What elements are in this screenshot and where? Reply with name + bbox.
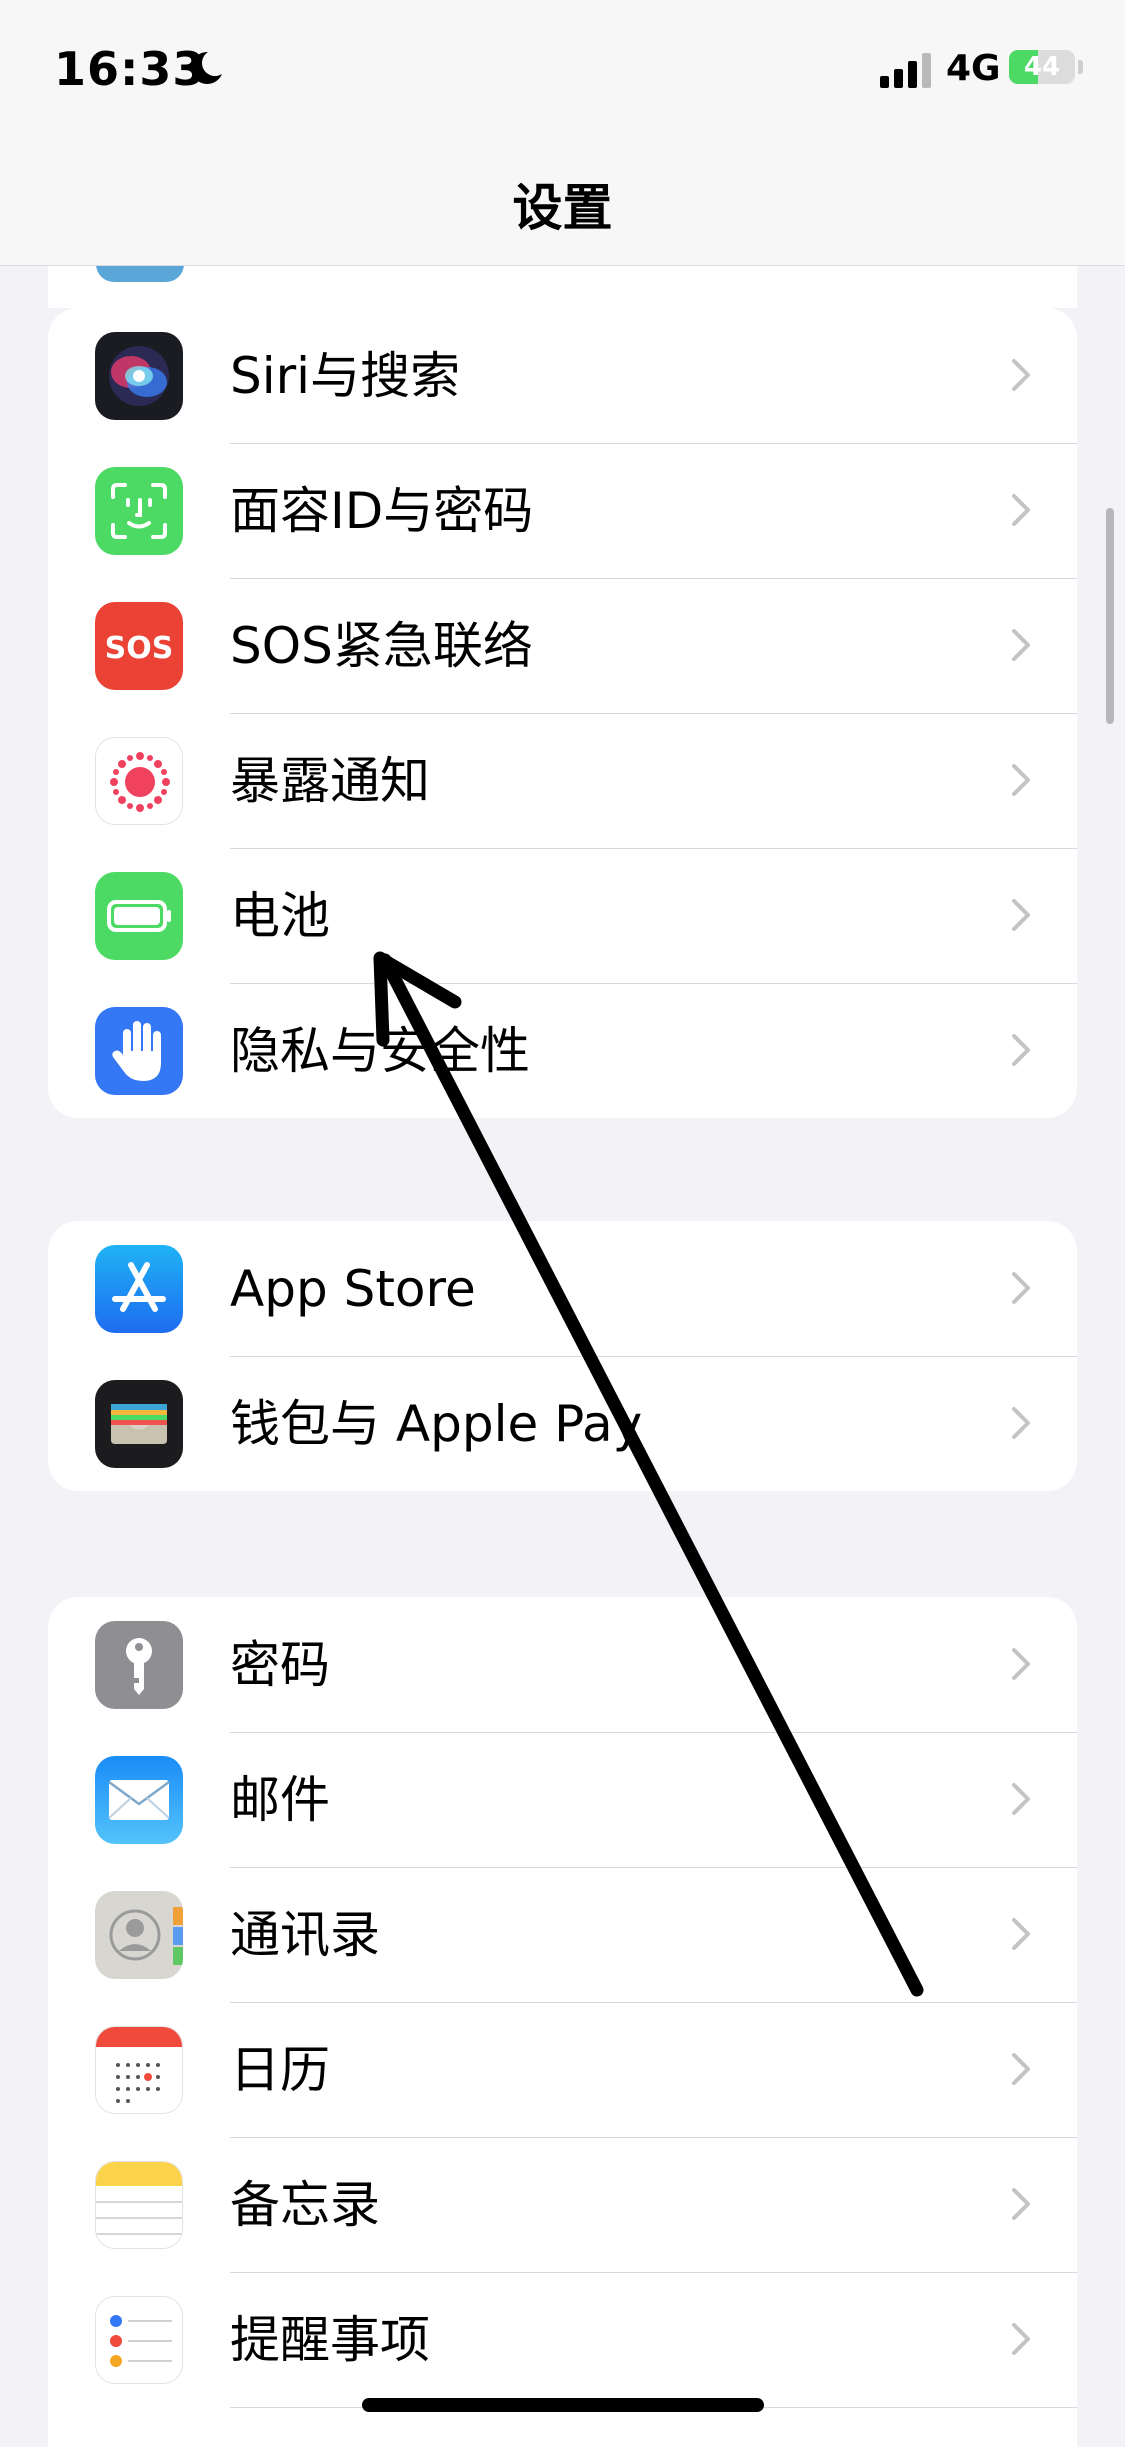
chevron-right-icon — [1012, 1034, 1030, 1066]
contacts-icon — [95, 1891, 183, 1979]
settings-row-label: 面容ID与密码 — [230, 482, 534, 540]
settings-row-label: 暴露通知 — [230, 752, 430, 810]
home-indicator[interactable] — [362, 2398, 764, 2412]
settings-row-label: 邮件 — [230, 1771, 330, 1829]
settings-row-label: 通讯录 — [230, 1906, 380, 1964]
settings-row-label: 隐私与安全性 — [230, 1022, 530, 1080]
siri-icon — [95, 332, 183, 420]
battery-settings-icon — [95, 872, 183, 960]
settings-row-label: 日历 — [230, 2041, 330, 2099]
settings-row-label: 密码 — [230, 1636, 330, 1694]
exposure-notification-icon — [95, 737, 183, 825]
settings-row-label: 电池 — [230, 887, 330, 945]
settings-row-label: SOS紧急联络 — [230, 617, 533, 675]
chevron-right-icon — [1012, 1272, 1030, 1304]
settings-row-app-store[interactable]: App Store — [48, 1221, 1077, 1356]
chevron-right-icon — [1012, 899, 1030, 931]
settings-row-contacts[interactable]: 通讯录 — [48, 1867, 1077, 2002]
settings-row-label: 备忘录 — [230, 2176, 380, 2234]
chevron-right-icon — [1012, 629, 1030, 661]
sos-icon-text: SOS — [105, 631, 174, 666]
notes-icon — [95, 2161, 183, 2249]
settings-row-face-id[interactable]: 面容ID与密码 — [48, 443, 1077, 578]
moon-icon — [186, 48, 226, 88]
settings-row-wallet[interactable]: 钱包与 Apple Pay — [48, 1356, 1077, 1491]
signal-icon — [880, 52, 934, 88]
chevron-right-icon — [1012, 359, 1030, 391]
settings-row-label: App Store — [230, 1260, 476, 1318]
settings-row-passwords[interactable]: 密码 — [48, 1597, 1077, 1732]
scrollbar[interactable] — [1106, 508, 1114, 724]
settings-row-mail[interactable]: 邮件 — [48, 1732, 1077, 1867]
mail-icon — [95, 1756, 183, 1844]
chevron-right-icon — [1012, 1918, 1030, 1950]
settings-row-label: Siri与搜索 — [230, 347, 461, 405]
chevron-right-icon — [1012, 1648, 1030, 1680]
settings-row-notes[interactable]: 备忘录 — [48, 2137, 1077, 2272]
sos-icon: SOS — [95, 602, 183, 690]
settings-row-label: 钱包与 Apple Pay — [230, 1395, 643, 1453]
battery-percentage: 44 — [1023, 52, 1061, 82]
chevron-right-icon — [1012, 2323, 1030, 2355]
navigation-bar: 设置 — [0, 140, 1125, 266]
reminders-icon — [95, 2296, 183, 2384]
chevron-right-icon — [1012, 494, 1030, 526]
settings-row-battery[interactable]: 电池 — [48, 848, 1077, 983]
chevron-right-icon — [1012, 1407, 1030, 1439]
status-bar: 16:33 4G 44 — [0, 0, 1125, 140]
settings-row-partial-bottom — [48, 2407, 1077, 2447]
chevron-right-icon — [1012, 2188, 1030, 2220]
chevron-right-icon — [1012, 2053, 1030, 2085]
network-type: 4G — [946, 48, 1001, 89]
status-time: 16:33 — [54, 42, 206, 96]
chevron-right-icon — [1012, 1783, 1030, 1815]
settings-group-3: 密码 邮件 通讯录 日历 备忘录 提醒事项 — [48, 1597, 1077, 2447]
settings-row-label: 提醒事项 — [230, 2311, 430, 2369]
settings-row-siri[interactable]: Siri与搜索 — [48, 308, 1077, 443]
privacy-hand-icon — [95, 1007, 183, 1095]
settings-group-1: Siri与搜索 面容ID与密码 SOS SOS紧急联络 暴露通知 电池 隐私与安… — [48, 308, 1077, 1118]
battery-cap — [1078, 60, 1083, 74]
page-title: 设置 — [512, 179, 613, 237]
chevron-right-icon — [1012, 764, 1030, 796]
wallet-icon — [95, 1380, 183, 1468]
settings-row-privacy[interactable]: 隐私与安全性 — [48, 983, 1077, 1118]
settings-group-2: App Store 钱包与 Apple Pay — [48, 1221, 1077, 1491]
face-id-icon — [95, 467, 183, 555]
settings-row-calendar[interactable]: 日历 — [48, 2002, 1077, 2137]
settings-row-exposure[interactable]: 暴露通知 — [48, 713, 1077, 848]
settings-row-reminders[interactable]: 提醒事项 — [48, 2272, 1077, 2407]
settings-row-sos[interactable]: SOS SOS紧急联络 — [48, 578, 1077, 713]
app-store-icon — [95, 1245, 183, 1333]
battery-icon: 44 — [1009, 50, 1075, 84]
calendar-icon — [95, 2026, 183, 2114]
key-icon — [95, 1621, 183, 1709]
